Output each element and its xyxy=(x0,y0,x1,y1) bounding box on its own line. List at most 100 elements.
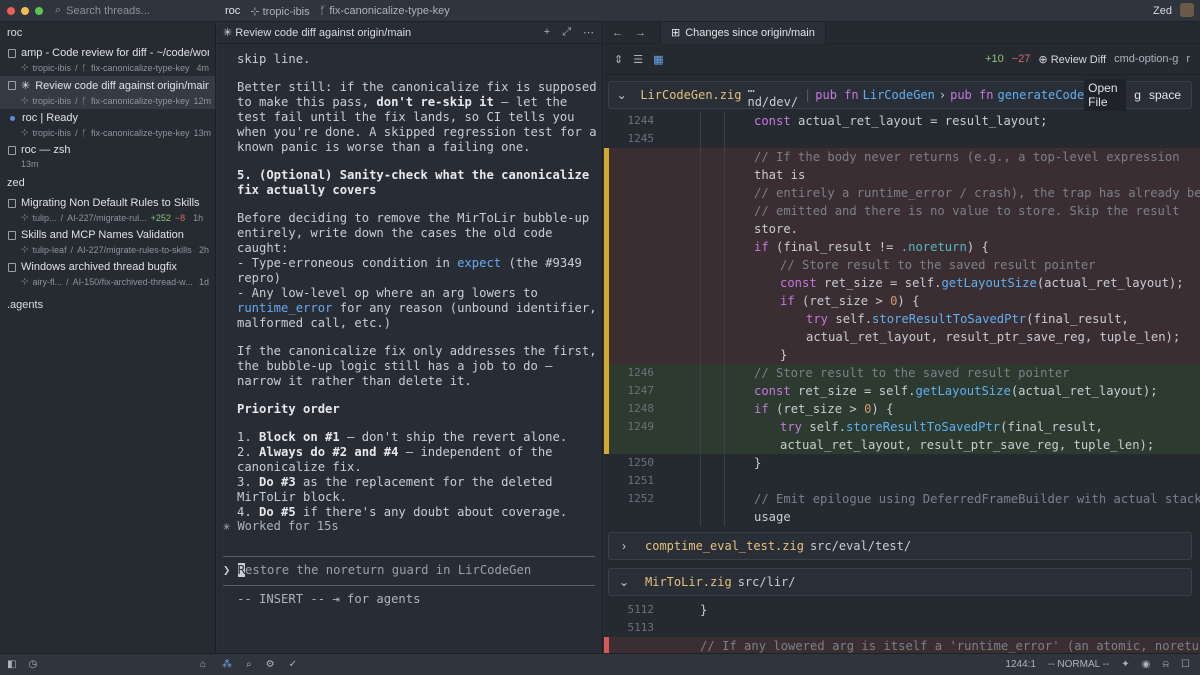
terminal-thread-icon xyxy=(8,198,16,208)
code-text: actual_ret_layout, result_ptr_save_reg, … xyxy=(780,438,1155,452)
line-number: 1246 xyxy=(627,366,655,379)
minimize-window-button[interactable] xyxy=(21,6,29,15)
close-window-button[interactable] xyxy=(7,6,15,15)
diff-line-context[interactable]: 1245 xyxy=(604,130,1200,148)
line-number: 1248 xyxy=(627,402,655,415)
back-arrow-icon[interactable]: ← xyxy=(612,27,623,39)
sidebar-toggle-icon[interactable]: ◧ xyxy=(7,659,16,670)
diff-line-context[interactable]: 1244 const actual_ret_layout = result_lay… xyxy=(604,112,1200,130)
code-text: if (ret_size > 0) { xyxy=(780,294,920,308)
chevron-down-icon[interactable]: ⌄ xyxy=(609,88,634,102)
terminal-thread-icon xyxy=(8,262,16,272)
prompt-input[interactable]: ❯ Restore the noreturn guard in LirCodeG… xyxy=(223,563,531,577)
zoom-window-button[interactable] xyxy=(35,6,43,15)
code-text: const actual_ret_layout = result_layout; xyxy=(754,114,1048,128)
diff-line-removed[interactable]: // Store result to the saved result poin… xyxy=(604,256,1200,274)
diff-line-removed[interactable]: // entirely a runtime_error / crash), th… xyxy=(604,184,1200,202)
line-number: 5113 xyxy=(627,621,655,634)
agent-icon[interactable]: ⁂ xyxy=(222,659,232,670)
worktree-icon: ⊹ xyxy=(21,212,29,222)
copilot-icon[interactable]: ◉ xyxy=(1142,659,1151,670)
diff-line-removed[interactable]: that is xyxy=(604,166,1200,184)
diff-line-added[interactable]: 1248 if (ret_size > 0) { xyxy=(604,400,1200,418)
more-icon[interactable]: ⋯ xyxy=(583,26,594,39)
group-zed[interactable]: zed xyxy=(0,172,215,194)
group-roc[interactable]: roc xyxy=(0,22,215,44)
diff-line-removed[interactable]: if (final_result != .noreturn) { xyxy=(604,238,1200,256)
project-name[interactable]: roc xyxy=(225,5,240,17)
line-number: 1244 xyxy=(627,114,655,127)
thread-item[interactable]: roc — zsh 13m xyxy=(0,141,215,172)
diff-line-context[interactable]: 1252 // Emit epilogue using DeferredFrame… xyxy=(604,490,1200,508)
file-header-comptime-eval-test[interactable]: › comptime_eval_test.zig src/eval/test/ xyxy=(608,532,1192,560)
chat-icon[interactable]: ☐ xyxy=(1181,659,1190,670)
history-icon[interactable]: ◷ xyxy=(28,659,37,670)
expand-icon[interactable]: ⤢ xyxy=(562,26,571,39)
diff-line-removed[interactable]: // emitted and there is no value to stor… xyxy=(604,202,1200,220)
file-header-mirtolir[interactable]: ⌄ MirToLir.zig src/lir/ xyxy=(608,568,1192,596)
chevron-down-icon[interactable]: ⌄ xyxy=(609,575,639,589)
diff-line-removed[interactable]: // If the body never returns (e.g., a to… xyxy=(604,148,1200,166)
cursor-position[interactable]: 1244:1 xyxy=(1005,659,1036,670)
thread-item[interactable]: Skills and MCP Names Validation ⊹ tulip-l… xyxy=(0,226,215,258)
expand-all-icon[interactable]: ⇕ xyxy=(614,53,623,66)
code-text: // emitted and there is no value to stor… xyxy=(754,204,1180,218)
worktree-label[interactable]: ⊹ tropic-ibis xyxy=(250,5,309,18)
split-view-icon[interactable]: ☰ xyxy=(633,53,643,66)
diff-line-removed[interactable]: if (ret_size > 0) { xyxy=(604,292,1200,310)
thread-item[interactable]: roc | Ready ⊹ tropic-ibis / ᚶ fix-canonicali… xyxy=(0,109,215,141)
forward-arrow-icon[interactable]: → xyxy=(635,27,646,39)
diff-line-removed[interactable]: actual_ret_layout, result_ptr_save_reg, … xyxy=(604,328,1200,346)
avatar[interactable] xyxy=(1180,3,1194,17)
add-icon[interactable]: + xyxy=(544,26,550,39)
branch-label[interactable]: ᚶ fix-canonicalize-type-key xyxy=(320,5,450,17)
assistant-icon[interactable]: ✦ xyxy=(1121,659,1129,670)
thread-item[interactable]: Windows archived thread bugfix ⊹ airy-fl.… xyxy=(0,258,215,290)
status-dot-icon xyxy=(10,115,15,121)
tab-changes[interactable]: ⊞ Changes since origin/main xyxy=(660,21,826,44)
worktree-icon: ⊹ xyxy=(21,244,29,254)
worktree-icon: ⊹ xyxy=(21,276,29,286)
diff-line-context[interactable]: 1250} xyxy=(604,454,1200,472)
diff-line-context[interactable]: 5112} xyxy=(604,601,1200,619)
diff-line-context[interactable]: 5113 xyxy=(604,619,1200,637)
group-agents[interactable]: .agents xyxy=(0,294,215,316)
thread-search[interactable]: ⌕ Search threads... xyxy=(55,4,205,17)
app-window: ⌕ Search threads... roc ⊹ tropic-ibis ᚶ … xyxy=(0,0,1200,675)
search-input[interactable]: Search threads... xyxy=(66,5,150,17)
diff-toolbar: ⇕ ☰ ▦ +10 −27 ⊕ Review Diff cmd-option-g… xyxy=(604,44,1200,75)
worktree-icon: ⊹ xyxy=(250,5,260,18)
diff-line-removed[interactable]: } xyxy=(604,346,1200,364)
branch-icon: ᚶ xyxy=(81,127,87,138)
sparkle-icon: ✳ xyxy=(223,27,236,39)
diff-line-removed[interactable]: try self.storeResultToSavedPtr(final_res… xyxy=(604,310,1200,328)
user-name[interactable]: Zed xyxy=(1153,5,1172,17)
notification-icon[interactable]: ⍾ xyxy=(1162,659,1169,670)
diff-line-added[interactable]: 1246 // Store result to the saved result … xyxy=(604,364,1200,382)
debug-icon[interactable]: ⚙ xyxy=(266,659,275,670)
diff-line-added[interactable]: 1247 const ret_size = self.getLayoutSize(… xyxy=(604,382,1200,400)
search-icon[interactable]: ⌕ xyxy=(246,659,252,670)
code-text: // entirely a runtime_error / crash), th… xyxy=(754,186,1200,200)
thread-item-selected[interactable]: ✳ Review code diff against origin/main ⊹ t… xyxy=(0,76,215,109)
file-header-lircodegen[interactable]: ⌄ LirCodeGen.zig …nd/dev/ | pub fn LirCode… xyxy=(608,79,1192,111)
chevron-right-icon[interactable]: › xyxy=(609,539,639,553)
review-diff-button[interactable]: ⊕ Review Diff xyxy=(1038,53,1106,66)
diff-line-context[interactable]: usage xyxy=(604,508,1200,526)
diff-line-removed[interactable]: store. xyxy=(604,220,1200,238)
diff-line-context[interactable]: 1251 xyxy=(604,472,1200,490)
agent-thread-tab[interactable]: ✳ Review code diff against origin/main +… xyxy=(217,22,602,44)
open-file-button[interactable]: Open File xyxy=(1084,79,1127,111)
thread-item[interactable]: Migrating Non Default Rules to Skills ⊹ t… xyxy=(0,194,215,226)
diff-line-added[interactable]: 1249 try self.storeResultToSavedPtr(final… xyxy=(604,418,1200,436)
prompt-caret-icon: ❯ xyxy=(223,563,238,577)
check-icon[interactable]: ✓ xyxy=(289,659,297,670)
unified-view-icon[interactable]: ▦ xyxy=(653,53,663,66)
diff-line-added[interactable]: actual_ret_layout, result_ptr_save_reg, … xyxy=(604,436,1200,454)
threads-sidebar: roc amp - Code review for diff - ~/code/… xyxy=(0,22,216,653)
diff-line-removed[interactable]: const ret_size = self.getLayoutSize(actu… xyxy=(604,274,1200,292)
folder-icon[interactable]: ⌂ xyxy=(200,659,206,670)
thread-item[interactable]: amp - Code review for diff - ~/code/work… xyxy=(0,44,215,76)
symbol-breadcrumb[interactable]: | pub fn LirCodeGen › pub fn generateCode xyxy=(804,88,1084,102)
code-text: that is xyxy=(754,168,806,182)
